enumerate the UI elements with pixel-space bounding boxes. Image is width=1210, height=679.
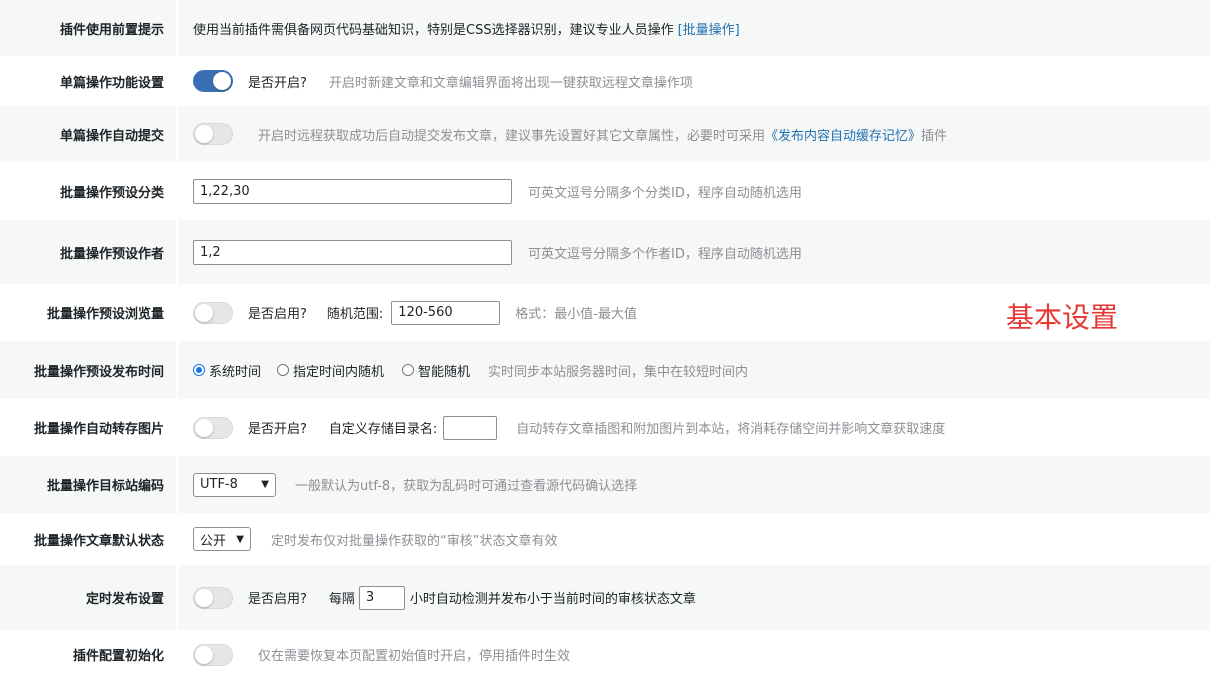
- radio-system-time[interactable]: [193, 364, 205, 376]
- hours-suffix: 小时自动检测并发布小于当前时间的审核状态文章: [409, 592, 696, 607]
- hours-input[interactable]: [358, 585, 405, 610]
- reset-toggle[interactable]: [193, 643, 233, 666]
- row-label: 单篇操作功能设置: [59, 75, 164, 91]
- hint-text: 开启时远程获取成功后自动提交发布文章，建议事先设置好其它文章属性，必要时可采用: [258, 128, 766, 144]
- radio-label: 智能随机: [418, 364, 471, 380]
- row-label: 定时发布设置: [85, 592, 164, 607]
- category-ids-input[interactable]: [193, 178, 512, 204]
- row-single-op-setting: 单篇操作功能设置 是否开启? 开启时新建文章和文章编辑界面将出现一键获取远程文章…: [0, 56, 1210, 106]
- row-label: 批量操作目标站编码: [46, 479, 164, 494]
- hint-text: 可英文逗号分隔多个分类ID，程序自动随机选用: [528, 185, 802, 201]
- auto-submit-toggle[interactable]: [193, 123, 233, 145]
- select-value: 公开: [200, 533, 227, 549]
- encoding-select[interactable]: UTF-8 ▼: [193, 472, 276, 497]
- toggle-question: 是否开启?: [248, 75, 307, 91]
- radio-random-range[interactable]: [277, 364, 290, 376]
- hint-text: 格式：最小值-最大值: [515, 307, 637, 322]
- hint-text: 一般默认为utf-8，获取为乱码时可通过查看源代码确认选择: [295, 479, 638, 494]
- row-preset-author: 批量操作预设作者 可英文逗号分隔多个作者ID，程序自动随机选用: [0, 220, 1210, 284]
- toggle-question: 是否开启?: [248, 422, 307, 437]
- hint-text: 仅在需要恢复本页配置初始值时开启，停用插件时生效: [258, 649, 571, 664]
- row-target-encoding: 批量操作目标站编码 UTF-8 ▼ 一般默认为utf-8，获取为乱码时可通过查看…: [0, 456, 1210, 513]
- section-annotation: 基本设置: [1006, 301, 1119, 334]
- row-label: 批量操作预设浏览量: [46, 307, 164, 322]
- hint-text: 实时同步本站服务器时间，集中在较短时间内: [488, 364, 749, 380]
- notice-text: 使用当前插件需俱备网页代码基础知识，特别是CSS选择器识别，建议专业人员操作: [193, 22, 674, 38]
- row-label: 插件使用前置提示: [59, 22, 164, 38]
- hint-text: 定时发布仅对批量操作获取的“审核”状态文章有效: [271, 533, 558, 549]
- status-select[interactable]: 公开 ▼: [193, 527, 251, 551]
- row-default-status: 批量操作文章默认状态 公开 ▼ 定时发布仅对批量操作获取的“审核”状态文章有效: [0, 513, 1210, 565]
- hint-suffix: 插件: [921, 128, 948, 144]
- row-label: 批量操作自动转存图片: [33, 422, 164, 437]
- batch-operation-link[interactable]: [批量操作]: [678, 19, 740, 38]
- row-config-reset: 插件配置初始化 仅在需要恢复本页配置初始值时开启，停用插件时生效: [0, 630, 1210, 679]
- row-preset-category: 批量操作预设分类 可英文逗号分隔多个分类ID，程序自动随机选用: [0, 162, 1210, 220]
- row-preset-publish-time: 批量操作预设发布时间 系统时间 指定时间内随机 智能随机 实时同步本站服务器时间…: [0, 341, 1210, 399]
- hint-text: 开启时新建文章和文章编辑界面将出现一键获取远程文章操作项: [328, 75, 693, 91]
- toggle-question: 是否启用?: [248, 307, 307, 322]
- radio-label: 指定时间内随机: [293, 364, 385, 380]
- cache-plugin-link[interactable]: 《发布内容自动缓存记忆》: [765, 125, 921, 144]
- row-single-auto-submit: 单篇操作自动提交 开启时远程获取成功后自动提交发布文章，建议事先设置好其它文章属…: [0, 106, 1210, 162]
- every-label: 每隔: [328, 592, 355, 607]
- single-op-toggle[interactable]: [193, 70, 233, 92]
- radio-label: 系统时间: [209, 364, 262, 380]
- hint-text: 自动转存文章插图和附加图片到本站，将消耗存储空间并影响文章获取速度: [516, 422, 946, 437]
- hint-text: 可英文逗号分隔多个作者ID，程序自动随机选用: [528, 246, 802, 262]
- radio-smart-random[interactable]: [402, 364, 415, 376]
- row-label: 插件配置初始化: [72, 649, 164, 664]
- row-plugin-notice: 插件使用前置提示 使用当前插件需俱备网页代码基础知识，特别是CSS选择器识别，建…: [0, 0, 1210, 56]
- chevron-down-icon: ▼: [236, 533, 244, 545]
- row-label: 批量操作预设分类: [59, 185, 164, 201]
- author-ids-input[interactable]: [193, 239, 512, 265]
- select-value: UTF-8: [200, 477, 238, 492]
- row-label: 批量操作文章默认状态: [33, 533, 164, 549]
- row-scheduled-publish: 定时发布设置 是否启用? 每隔 小时自动检测并发布小于当前时间的审核状态文章: [0, 565, 1210, 630]
- toggle-question: 是否启用?: [248, 592, 307, 607]
- range-label: 随机范围:: [326, 307, 384, 322]
- schedule-toggle[interactable]: [193, 586, 233, 609]
- row-label: 单篇操作自动提交: [59, 128, 164, 144]
- dir-label: 自定义存储目录名:: [328, 422, 438, 437]
- row-label: 批量操作预设作者: [59, 246, 164, 262]
- save-images-toggle[interactable]: [193, 416, 233, 439]
- row-label: 批量操作预设发布时间: [33, 364, 164, 380]
- row-auto-save-images: 批量操作自动转存图片 是否开启? 自定义存储目录名: 自动转存文章插图和附加图片…: [0, 399, 1210, 456]
- views-toggle[interactable]: [193, 301, 233, 324]
- chevron-down-icon: ▼: [261, 479, 269, 490]
- storage-dir-input[interactable]: [443, 415, 498, 440]
- views-range-input[interactable]: [391, 300, 501, 325]
